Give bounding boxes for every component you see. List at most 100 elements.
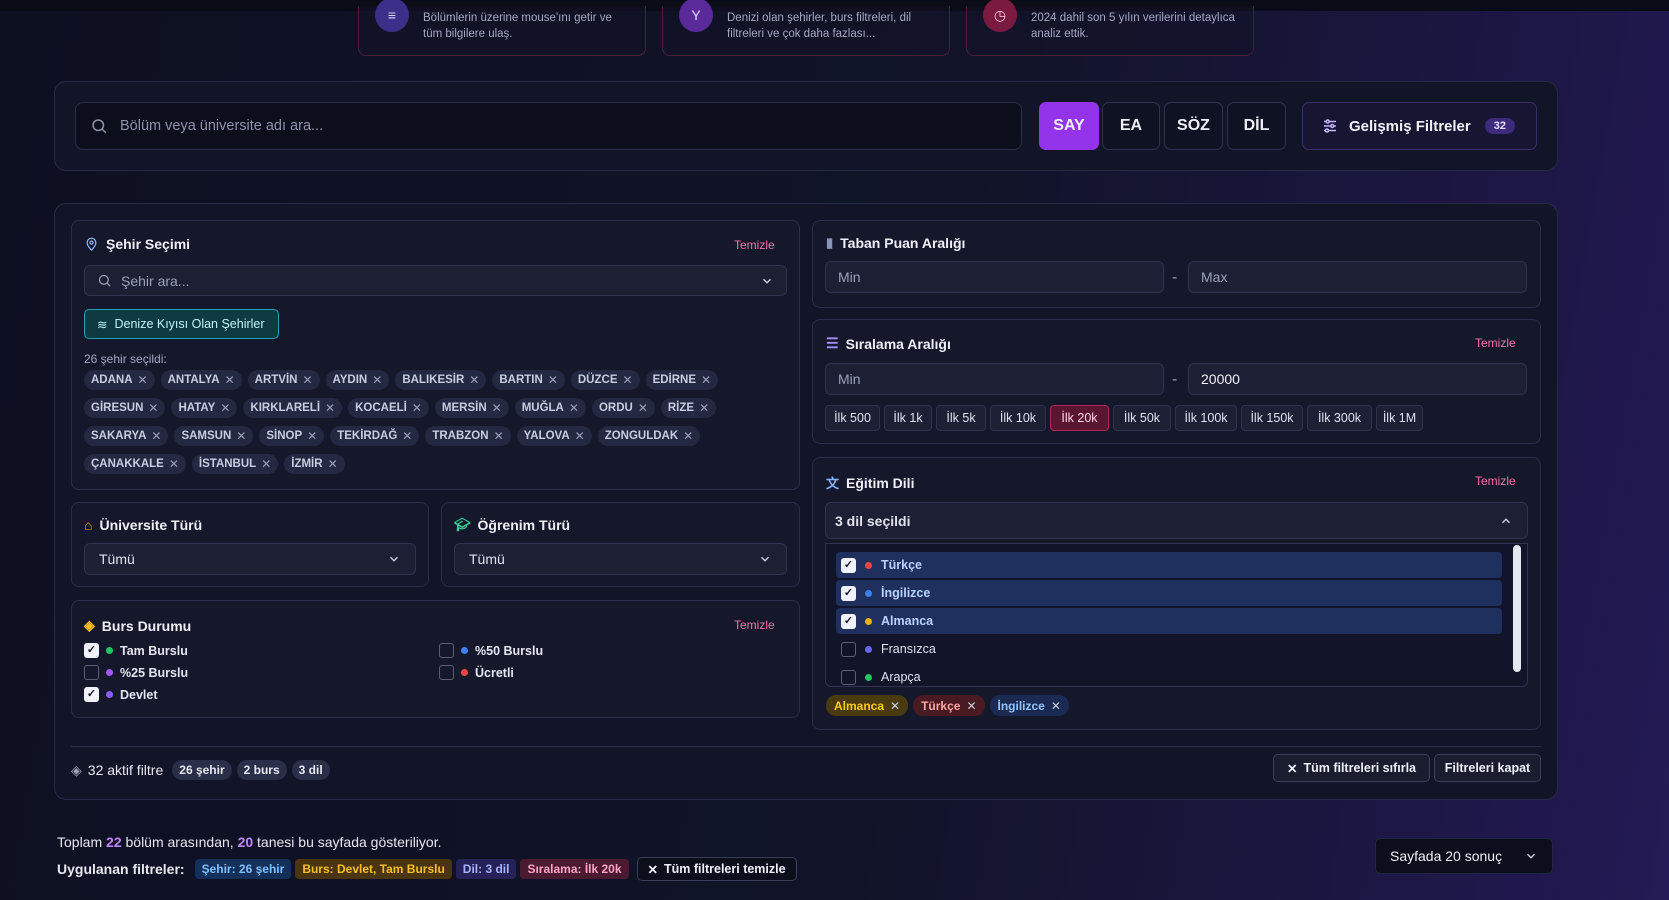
ranking-quick-button[interactable]: İlk 100k	[1175, 405, 1237, 431]
university-type-select[interactable]: Tümü	[84, 543, 416, 575]
language-select[interactable]: 3 dil seçildi	[825, 502, 1528, 539]
ranking-quick-button[interactable]: İlk 300k	[1307, 405, 1372, 431]
scholarship-option[interactable]: ✓ Devlet	[84, 687, 158, 702]
close-icon[interactable]: ✕	[220, 401, 230, 415]
city-chip[interactable]: DÜZCE ✕	[570, 370, 640, 390]
checkbox[interactable]	[439, 665, 454, 680]
scholarship-option[interactable]: %50 Burslu	[439, 643, 543, 658]
ranking-quick-button[interactable]: İlk 50k	[1113, 405, 1171, 431]
close-icon[interactable]: ✕	[372, 373, 382, 387]
checkbox[interactable]	[439, 643, 454, 658]
close-icon[interactable]: ✕	[328, 457, 338, 471]
ranking-quick-button[interactable]: İlk 1M	[1376, 405, 1423, 431]
language-option[interactable]: ✓ Türkçe	[836, 552, 1502, 578]
ranking-quick-button[interactable]: İlk 20k	[1050, 405, 1109, 431]
reset-all-filters-button[interactable]: ✕ Tüm filtreleri sıfırla	[1273, 754, 1430, 782]
close-icon[interactable]: ✕	[302, 373, 312, 387]
city-chip[interactable]: AYDIN ✕	[325, 370, 390, 390]
close-icon[interactable]: ✕	[548, 373, 558, 387]
close-icon[interactable]: ✕	[623, 373, 633, 387]
scholarship-option[interactable]: ✓ Tam Burslu	[84, 643, 188, 658]
close-icon[interactable]: ✕	[151, 429, 161, 443]
checkbox[interactable]: ✓	[841, 613, 856, 629]
city-chip[interactable]: RİZE ✕	[660, 398, 717, 418]
close-icon[interactable]: ✕	[966, 699, 976, 713]
checkbox[interactable]	[841, 669, 856, 685]
city-chip[interactable]: ORDU ✕	[591, 398, 655, 418]
close-icon[interactable]: ✕	[701, 373, 711, 387]
city-clear-button[interactable]: Temizle	[734, 238, 775, 252]
ranking-clear-button[interactable]: Temizle	[1475, 336, 1516, 350]
checkbox[interactable]	[84, 665, 99, 680]
city-chip[interactable]: ANTALYA ✕	[160, 370, 242, 390]
language-option[interactable]: ✓ Almanca	[836, 608, 1502, 634]
page-size-select[interactable]: Sayfada 20 sonuç	[1375, 838, 1553, 874]
close-icon[interactable]: ✕	[261, 457, 271, 471]
close-icon[interactable]: ✕	[569, 401, 579, 415]
city-chip[interactable]: ÇANAKKALE ✕	[84, 454, 186, 474]
language-scrollbar[interactable]	[1513, 545, 1521, 672]
ranking-quick-button[interactable]: İlk 10k	[990, 405, 1046, 431]
close-icon[interactable]: ✕	[575, 429, 585, 443]
checkbox[interactable]: ✓	[84, 643, 99, 658]
city-chip[interactable]: MERSİN ✕	[434, 398, 509, 418]
city-chip[interactable]: SİNOP ✕	[259, 426, 325, 446]
close-icon[interactable]: ✕	[1051, 699, 1061, 713]
city-chip[interactable]: GİRESUN ✕	[84, 398, 166, 418]
checkbox[interactable]: ✓	[841, 585, 856, 601]
base-score-min-input[interactable]: Min	[825, 261, 1164, 293]
city-chip[interactable]: YALOVA ✕	[516, 426, 592, 446]
city-chip[interactable]: EDİRNE ✕	[645, 370, 719, 390]
search-input[interactable]: Bölüm veya üniversite adı ara...	[75, 102, 1022, 150]
city-chip[interactable]: İSTANBUL ✕	[191, 454, 279, 474]
close-icon[interactable]: ✕	[138, 373, 148, 387]
ranking-quick-button[interactable]: İlk 1k	[884, 405, 932, 431]
scholarship-option[interactable]: %25 Burslu	[84, 665, 188, 680]
close-icon[interactable]: ✕	[469, 373, 479, 387]
advanced-filters-button[interactable]: Gelişmiş Filtreler 32	[1302, 102, 1537, 150]
close-icon[interactable]: ✕	[236, 429, 246, 443]
language-option[interactable]: Arapça	[836, 664, 1502, 690]
close-icon[interactable]: ✕	[225, 373, 235, 387]
score-type-ea[interactable]: EA	[1102, 102, 1160, 150]
language-option[interactable]: Fransızca	[836, 636, 1502, 662]
language-tag[interactable]: İngilizce ✕	[989, 695, 1069, 716]
city-chip[interactable]: ARTVİN ✕	[247, 370, 320, 390]
clear-all-filters-button[interactable]: ✕ Tüm filtreleri temizle	[636, 857, 797, 881]
city-chip[interactable]: HATAY ✕	[171, 398, 238, 418]
city-chip[interactable]: MUĞLA ✕	[514, 398, 586, 418]
score-type-say[interactable]: SAY	[1039, 102, 1099, 150]
city-chip[interactable]: ADANA ✕	[84, 370, 155, 390]
close-icon[interactable]: ✕	[148, 401, 158, 415]
ranking-min-input[interactable]: Min	[825, 363, 1164, 395]
ranking-quick-button[interactable]: İlk 500	[825, 405, 880, 431]
close-icon[interactable]: ✕	[402, 429, 412, 443]
checkbox[interactable]: ✓	[841, 557, 856, 573]
city-chip[interactable]: BARTIN ✕	[492, 370, 565, 390]
close-icon[interactable]: ✕	[492, 401, 502, 415]
close-icon[interactable]: ✕	[307, 429, 317, 443]
city-chip[interactable]: İZMİR ✕	[284, 454, 345, 474]
base-score-max-input[interactable]: Max	[1188, 261, 1527, 293]
checkbox[interactable]: ✓	[84, 687, 99, 702]
language-clear-button[interactable]: Temizle	[1475, 474, 1516, 488]
close-filters-button[interactable]: Filtreleri kapat	[1434, 754, 1541, 782]
language-tag[interactable]: Türkçe ✕	[913, 695, 985, 716]
close-icon[interactable]: ✕	[169, 457, 179, 471]
city-chip[interactable]: TEKİRDAĞ ✕	[330, 426, 420, 446]
city-chip[interactable]: SAMSUN ✕	[174, 426, 254, 446]
city-search-input[interactable]: Şehir ara...	[84, 265, 787, 296]
ranking-quick-button[interactable]: İlk 150k	[1241, 405, 1303, 431]
city-chip[interactable]: KOCAELİ ✕	[348, 398, 429, 418]
close-icon[interactable]: ✕	[638, 401, 648, 415]
ranking-max-input[interactable]: 20000	[1188, 363, 1527, 395]
city-chip[interactable]: SAKARYA ✕	[84, 426, 169, 446]
close-icon[interactable]: ✕	[699, 401, 709, 415]
close-icon[interactable]: ✕	[494, 429, 504, 443]
coastal-cities-button[interactable]: ≋ Denize Kıyısı Olan Şehirler	[84, 309, 279, 339]
city-chip[interactable]: KIRKLARELİ ✕	[243, 398, 343, 418]
city-chip[interactable]: ZONGULDAK ✕	[597, 426, 701, 446]
education-type-select[interactable]: Tümü	[454, 543, 787, 575]
close-icon[interactable]: ✕	[325, 401, 335, 415]
close-icon[interactable]: ✕	[412, 401, 422, 415]
